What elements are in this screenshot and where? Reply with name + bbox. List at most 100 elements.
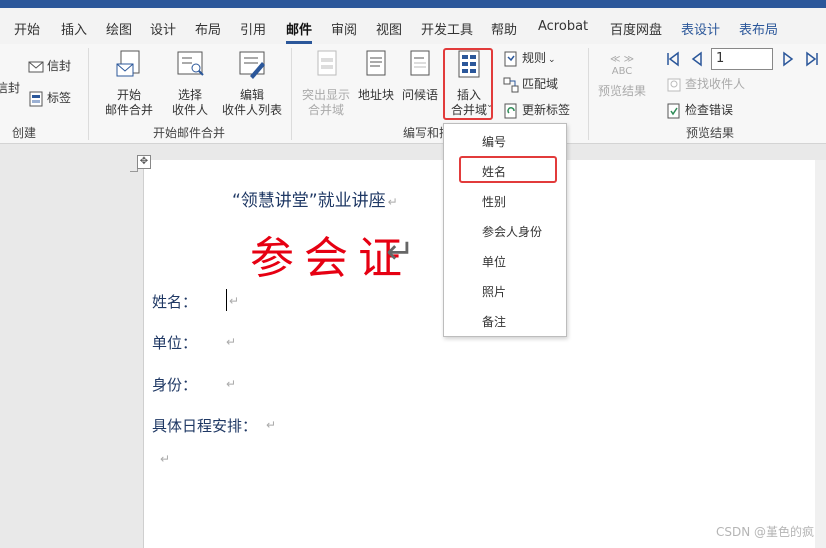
select-recipients-label-2: 收件人 xyxy=(171,103,208,117)
select-recipients-button[interactable]: 选择 收件人 xyxy=(162,48,218,118)
address-block-button[interactable]: 地址块 xyxy=(355,48,397,103)
tab-review[interactable]: 审阅 xyxy=(331,19,357,38)
group-label-start-mail-merge: 开始邮件合并 xyxy=(153,126,226,140)
envelopes-button[interactable]: 信封 xyxy=(28,56,71,76)
last-record-icon[interactable] xyxy=(803,50,821,68)
paragraph-mark: ↵ xyxy=(229,294,240,308)
field-label-name: 姓名： xyxy=(152,293,198,311)
merge-field-option[interactable]: 编号 xyxy=(482,133,506,150)
previous-record-icon[interactable] xyxy=(688,50,706,68)
update-labels-icon xyxy=(504,103,517,118)
find-recipient-label: 查找收件人 xyxy=(685,77,746,91)
tab-acrobat[interactable]: Acrobat xyxy=(538,19,588,34)
ribbon-mailings: 信封 信封 标签 创建 开始 邮件合并 选择 收件人 编辑 收件人列表 开始邮件… xyxy=(0,44,826,144)
greeting-line-label: 问候语 xyxy=(401,88,438,102)
paragraph-mark: ↵ xyxy=(226,335,237,349)
next-record-icon[interactable] xyxy=(779,50,797,68)
preview-abc-text: ABC xyxy=(611,66,633,77)
find-recipient-button[interactable]: 查找收件人 xyxy=(666,74,745,94)
preview-results-label: 预览结果 xyxy=(597,84,646,98)
check-errors-button[interactable]: 检查错误 xyxy=(666,100,733,120)
rules-label: 规则 xyxy=(522,51,547,65)
tab-references[interactable]: 引用 xyxy=(240,19,266,38)
address-block-label: 地址块 xyxy=(357,88,394,102)
labels-button[interactable]: 标签 xyxy=(28,88,71,108)
find-recipient-icon xyxy=(667,78,681,91)
match-fields-button[interactable]: 匹配域 xyxy=(503,74,558,94)
highlight-merge-fields-label-1: 突出显示 xyxy=(301,88,350,102)
edit-recipient-list-label-2: 收件人列表 xyxy=(221,103,282,117)
match-fields-label: 匹配域 xyxy=(522,77,559,91)
tab-draw[interactable]: 绘图 xyxy=(106,19,132,38)
tab-table-layout[interactable]: 表布局 xyxy=(739,19,778,38)
merge-field-option[interactable]: 参会人身份 xyxy=(482,223,542,240)
vertical-scrollbar[interactable] xyxy=(815,160,826,548)
tab-home[interactable]: 开始 xyxy=(14,19,40,38)
group-label-create: 创建 xyxy=(12,126,37,140)
document-title: “领慧讲堂”就业讲座 ↵ xyxy=(232,186,398,211)
table-move-handle-icon[interactable]: ✥ xyxy=(137,155,151,169)
paragraph-mark: ↵ xyxy=(387,195,398,209)
envelopes-button-cut[interactable]: 信封 xyxy=(0,78,20,98)
paragraph-mark: ↵ xyxy=(160,452,171,466)
field-label-identity: 身份： xyxy=(152,376,198,394)
paragraph-mark: ↵ xyxy=(386,232,415,272)
greeting-line-icon xyxy=(410,50,430,76)
ribbon-tabs: 开始 插入 绘图 设计 布局 引用 邮件 审阅 视图 开发工具 帮助 Acrob… xyxy=(0,8,826,44)
edit-recipient-list-button[interactable]: 编辑 收件人列表 xyxy=(219,48,285,118)
field-label-unit: 单位： xyxy=(152,334,198,352)
merge-field-option[interactable]: 照片 xyxy=(482,283,506,300)
group-separator xyxy=(588,48,589,140)
merge-field-dropdown: 编号 姓名 性别 参会人身份 单位 照片 备注 xyxy=(443,123,567,337)
labels-label: 标签 xyxy=(47,91,72,105)
merge-field-option[interactable]: 单位 xyxy=(482,253,506,270)
start-mail-merge-label-1: 开始 xyxy=(116,88,141,102)
tab-baidu-netdisk[interactable]: 百度网盘 xyxy=(610,19,662,38)
first-record-icon[interactable] xyxy=(664,50,682,68)
edit-recipient-list-icon xyxy=(239,51,265,79)
insert-merge-field-highlight xyxy=(443,48,493,120)
group-label-preview-results: 预览结果 xyxy=(686,126,735,140)
group-separator xyxy=(291,48,292,140)
title-bar-strip xyxy=(0,0,826,8)
edit-recipient-list-label-1: 编辑 xyxy=(239,88,264,102)
check-errors-icon xyxy=(667,103,680,118)
tab-insert[interactable]: 插入 xyxy=(61,19,87,38)
start-mail-merge-label-2: 邮件合并 xyxy=(104,103,153,117)
field-label-schedule: 具体日程安排： xyxy=(152,417,258,435)
update-labels-label: 更新标签 xyxy=(522,103,571,117)
tab-developer[interactable]: 开发工具 xyxy=(421,19,473,38)
group-separator xyxy=(88,48,89,140)
labels-icon xyxy=(29,91,43,106)
envelopes-cut-label: 信封 xyxy=(0,81,21,95)
select-recipients-icon xyxy=(177,51,204,76)
rules-button[interactable]: 规则 ⌄ xyxy=(503,48,556,68)
greeting-line-button[interactable]: 问候语 xyxy=(398,48,442,103)
preview-arrows-icon: ≪ ≫ xyxy=(609,54,635,65)
preview-abc-icon: ≪ ≫ ABC xyxy=(606,48,638,82)
start-mail-merge-button[interactable]: 开始 邮件合并 xyxy=(96,48,162,118)
record-number-input[interactable]: 1 xyxy=(711,48,773,70)
update-labels-button[interactable]: 更新标签 xyxy=(503,100,570,120)
preview-results-button[interactable]: ≪ ≫ ABC 预览结果 xyxy=(594,48,650,99)
paragraph-mark: ↵ xyxy=(266,418,277,432)
tab-layout[interactable]: 布局 xyxy=(195,19,221,38)
highlight-merge-fields-label-2: 合并域 xyxy=(307,103,344,117)
match-fields-icon xyxy=(503,77,519,92)
merge-field-option[interactable]: 备注 xyxy=(482,313,506,330)
start-mail-merge-icon xyxy=(116,50,140,77)
tab-mailings[interactable]: 邮件 xyxy=(286,19,312,38)
chevron-down-icon: ⌄ xyxy=(548,55,556,65)
tab-design[interactable]: 设计 xyxy=(150,19,176,38)
tab-view[interactable]: 视图 xyxy=(376,19,402,38)
highlight-merge-fields-icon xyxy=(317,50,337,76)
tab-help[interactable]: 帮助 xyxy=(491,19,517,38)
name-option-highlight xyxy=(459,156,557,183)
address-block-icon xyxy=(366,50,386,76)
merge-field-option[interactable]: 性别 xyxy=(482,193,506,210)
check-errors-label: 检查错误 xyxy=(685,103,734,117)
paragraph-mark: ↵ xyxy=(226,377,237,391)
highlight-merge-fields-button[interactable]: 突出显示 合并域 xyxy=(298,48,354,118)
document-area xyxy=(0,145,826,548)
tab-table-design[interactable]: 表设计 xyxy=(681,19,720,38)
